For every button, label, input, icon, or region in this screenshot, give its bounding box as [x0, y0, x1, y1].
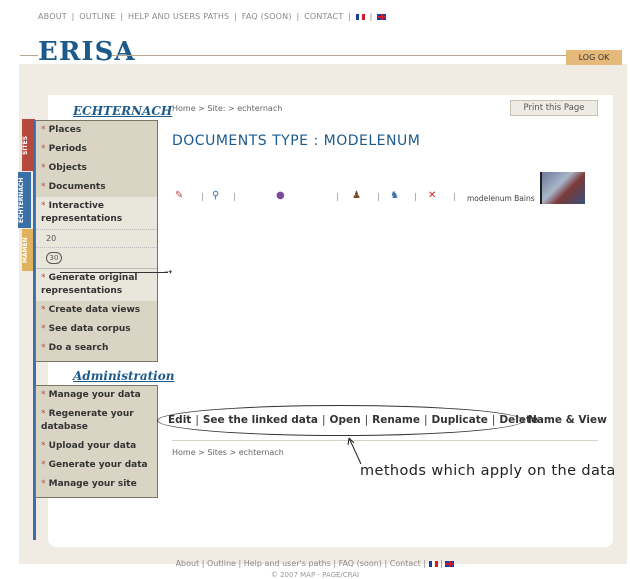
menu-label: Generate original representations	[41, 273, 138, 296]
menu-item-objects[interactable]: * Objects	[36, 159, 157, 178]
molecule-icon[interactable]: ●	[276, 190, 285, 201]
nav-contact-link[interactable]: CONTACT	[304, 12, 343, 21]
sub-item-20[interactable]: 20	[36, 229, 157, 247]
users-icon[interactable]: ♞	[390, 190, 399, 201]
nav-outline-link[interactable]: OUTLINE	[79, 12, 115, 21]
menu-label: Interactive representations	[41, 201, 123, 224]
toolbar-separator: |	[201, 192, 204, 201]
menu-label: Places	[48, 125, 82, 135]
admin-item-manage-data[interactable]: * Manage your data	[36, 386, 157, 405]
nav-separator: |	[296, 12, 300, 21]
nav-about-link[interactable]: ABOUT	[38, 12, 67, 21]
sidebar: ECHTERNACH * Places * Periods * Objects …	[35, 104, 174, 498]
admin-menu-panel: * Manage your data * Regenerate your dat…	[35, 385, 158, 498]
methods-row: Edit | See the linked data | Open | Rename | Dup…	[168, 414, 539, 426]
print-page-button[interactable]: Print this Page	[510, 100, 598, 116]
arrow-right-icon: ➝	[164, 267, 173, 278]
nav-separator: |	[71, 12, 75, 21]
toolbar-separator: |	[414, 192, 417, 201]
tab-mamen-label: MAMEN	[22, 237, 29, 263]
nav-faq-link[interactable]: FAQ (SOON)	[242, 12, 292, 21]
tab-echternach-label: ECHTERNACH	[18, 177, 25, 223]
admin-item-generate-data[interactable]: * Generate your data	[36, 456, 157, 475]
menu-label: Regenerate your database	[41, 409, 134, 432]
sub-item-30[interactable]: 30	[36, 247, 157, 268]
open-link[interactable]: Open	[330, 414, 361, 426]
breadcrumb-bottom[interactable]: Home > Sites > echternach	[172, 448, 284, 457]
footer-separator: |	[440, 559, 443, 568]
menu-item-places[interactable]: * Places	[36, 121, 157, 140]
menu-label: Objects	[48, 163, 87, 173]
see-linked-data-link[interactable]: See the linked data	[203, 414, 318, 426]
header-rule-left	[20, 55, 38, 56]
menu-label: Do a search	[48, 343, 109, 353]
uk-flag-icon[interactable]	[445, 560, 455, 567]
footer-links: About | Outline | Help and user's paths …	[0, 559, 630, 568]
copyright: © 2007 MAP - PAGE/CRAI	[270, 571, 360, 579]
tab-sites-label: SITES	[22, 135, 29, 155]
menu-label: Manage your site	[48, 479, 137, 489]
menu-label: Manage your data	[48, 390, 141, 400]
site-menu-panel: * Places * Periods * Objects * Documents…	[35, 120, 158, 362]
toolbar-separator: |	[453, 192, 456, 201]
menu-label: Periods	[48, 144, 87, 154]
menu-label: See data corpus	[48, 324, 131, 334]
model-thumbnail[interactable]	[540, 172, 585, 204]
login-button[interactable]: LOG OK	[566, 50, 622, 65]
pin-icon[interactable]: ⚲	[212, 190, 219, 201]
nav-separator: |	[369, 12, 373, 21]
nav-help-link[interactable]: HELP AND USERS PATHS	[128, 12, 229, 21]
annotation-arrow-icon	[347, 437, 362, 465]
annotation-arrow-line	[60, 272, 168, 273]
menu-label: Documents	[48, 182, 106, 192]
menu-item-do-a-search[interactable]: * Do a search	[36, 339, 157, 361]
footer-text[interactable]: About | Outline | Help and user's paths …	[176, 559, 426, 568]
pencil-icon[interactable]: ✎	[175, 190, 183, 201]
header-rule	[112, 55, 567, 56]
admin-item-upload-data[interactable]: * Upload your data	[36, 437, 157, 456]
admin-item-regenerate-database[interactable]: * Regenerate your database	[36, 405, 157, 437]
menu-label: Create data views	[48, 305, 141, 315]
sub-item-label: 20	[46, 234, 57, 243]
menu-item-documents[interactable]: * Documents	[36, 178, 157, 197]
circled-sub-item-30: 30	[46, 252, 62, 264]
user-edit-icon[interactable]: ♟	[352, 190, 361, 201]
tab-echternach[interactable]: ECHTERNACH	[18, 172, 31, 228]
french-flag-icon[interactable]	[428, 560, 438, 567]
toolbar-separator: |	[336, 192, 339, 201]
nav-separator: |	[120, 12, 124, 21]
site-logo[interactable]: ERISA	[38, 37, 136, 67]
rename-link[interactable]: Rename	[372, 414, 420, 426]
section-title-echternach[interactable]: ECHTERNACH	[35, 103, 172, 120]
toolbar-separator: |	[377, 192, 380, 201]
top-navigation: ABOUT | OUTLINE | HELP AND USERS PATHS |…	[38, 12, 388, 21]
admin-item-manage-site[interactable]: * Manage your site	[36, 475, 157, 497]
edit-link[interactable]: Edit	[168, 414, 191, 426]
nav-separator: |	[234, 12, 237, 21]
model-name-label[interactable]: modelenum Bains	[467, 194, 535, 203]
menu-item-interactive-representations[interactable]: * Interactive representations	[36, 197, 157, 229]
name-and-view-link[interactable]: Name & View	[528, 414, 607, 426]
menu-label: Generate your data	[48, 460, 148, 470]
menu-item-periods[interactable]: * Periods	[36, 140, 157, 159]
annotation-caption: methods which apply on the data	[360, 463, 616, 479]
menu-label: Upload your data	[48, 441, 137, 451]
uk-flag-icon[interactable]	[377, 13, 387, 20]
divider	[172, 440, 598, 441]
menu-item-see-data-corpus[interactable]: * See data corpus	[36, 320, 157, 339]
delete-x-icon[interactable]: ✕	[428, 190, 436, 201]
breadcrumb[interactable]: Home > Site: > echternach	[172, 104, 282, 113]
document-toolbar: ✎ | ⚲ | ● | ♟ | ♞ | ✕ | modelenum Bains	[172, 180, 592, 210]
toolbar-separator: |	[233, 192, 236, 201]
page-title: DOCUMENTS TYPE : MODELENUM	[172, 133, 421, 149]
french-flag-icon[interactable]	[355, 13, 365, 20]
menu-item-create-data-views[interactable]: * Create data views	[36, 301, 157, 320]
duplicate-link[interactable]: Duplicate	[432, 414, 488, 426]
section-title-administration[interactable]: Administration	[35, 368, 174, 385]
nav-separator: |	[348, 12, 352, 21]
